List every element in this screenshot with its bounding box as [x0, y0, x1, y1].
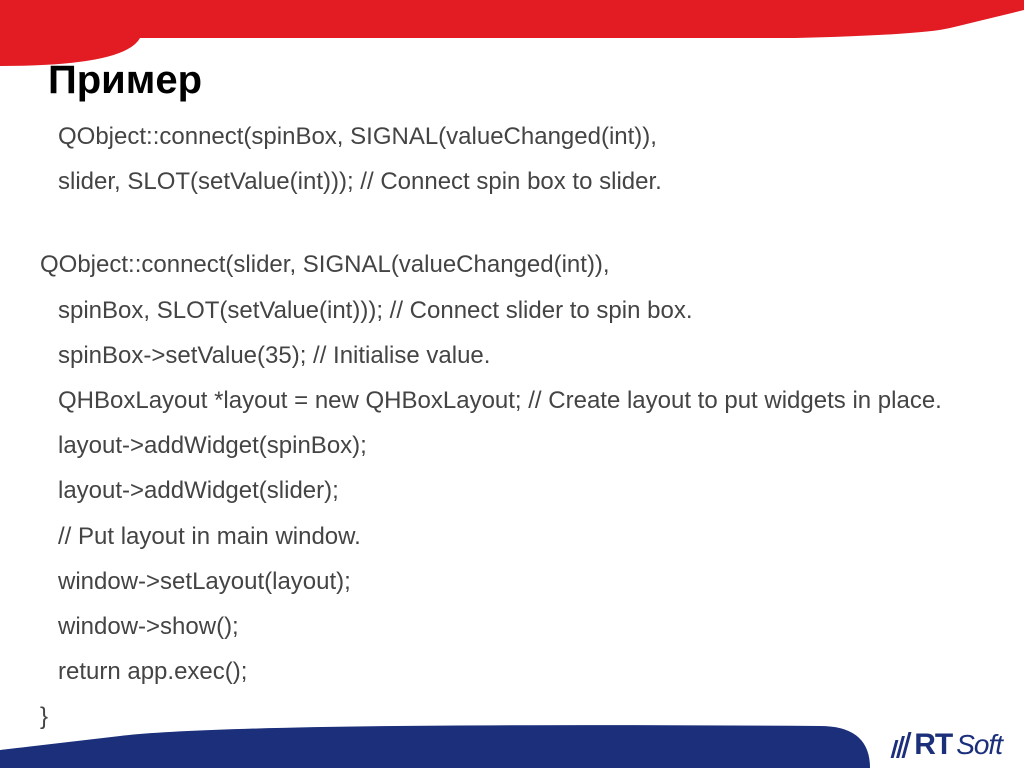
code-line: QObject::connect(slider, SIGNAL(valueCha… — [40, 246, 960, 283]
blank-line — [40, 208, 960, 238]
rtsoft-logo: RTSoft — [893, 728, 1002, 762]
logo-text-soft: Soft — [956, 729, 1002, 761]
code-line: spinBox, SLOT(setValue(int))); // Connec… — [40, 292, 960, 329]
code-line: layout->addWidget(slider); — [40, 472, 960, 509]
code-line: window->setLayout(layout); — [40, 563, 960, 600]
code-line: QHBoxLayout *layout = new QHBoxLayout; /… — [40, 382, 960, 419]
code-line: layout->addWidget(spinBox); — [40, 427, 960, 464]
code-line: // Put layout in main window. — [40, 518, 960, 555]
code-line: slider, SLOT(setValue(int))); // Connect… — [40, 163, 960, 200]
code-line: return app.exec(); — [40, 653, 960, 690]
slide-title: Пример — [48, 58, 202, 103]
code-line: window->show(); — [40, 608, 960, 645]
code-line: } — [40, 698, 960, 735]
top-red-banner — [0, 0, 1024, 38]
code-line: QObject::connect(spinBox, SIGNAL(valueCh… — [40, 118, 960, 155]
code-block: QObject::connect(spinBox, SIGNAL(valueCh… — [40, 118, 960, 743]
logo-text-rt: RT — [914, 728, 952, 762]
code-line: spinBox->setValue(35); // Initialise val… — [40, 337, 960, 374]
logo-stripes-icon — [893, 732, 908, 758]
